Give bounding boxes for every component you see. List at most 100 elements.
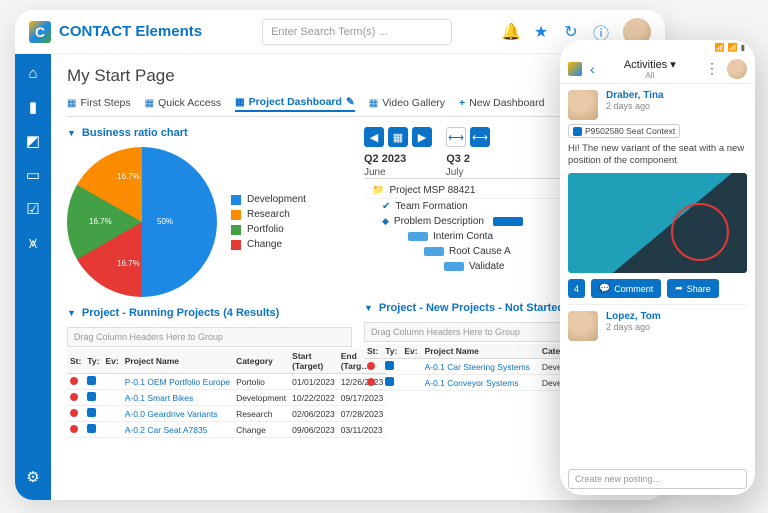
running-table: St: Ty: Ev: Project Name Category Start … bbox=[67, 349, 386, 438]
block-icon[interactable]: ◩ bbox=[24, 132, 42, 150]
grid-icon: ▦ bbox=[67, 98, 76, 109]
type-icon bbox=[87, 424, 96, 433]
col-ty[interactable]: Ty: bbox=[84, 349, 102, 374]
home-icon[interactable]: ⌂ bbox=[24, 64, 42, 82]
info-icon[interactable]: ⓘ bbox=[593, 24, 609, 40]
card-icon[interactable]: ▭ bbox=[24, 166, 42, 184]
legend: Development Research Portfolio Change bbox=[231, 194, 306, 250]
gantt-zoom-a[interactable]: ⟷ bbox=[446, 127, 466, 147]
table-row[interactable]: A-0.1 Smart BikesDevelopment10/22/202209… bbox=[67, 390, 386, 406]
pie-chart: 50% 16.7% 16.7% 16.7% bbox=[67, 147, 217, 297]
type-icon bbox=[87, 392, 96, 401]
gantt-label: Validate bbox=[469, 261, 504, 272]
user-avatar[interactable] bbox=[727, 59, 747, 79]
star-icon[interactable]: ★ bbox=[533, 24, 549, 40]
file-icon[interactable]: ▮ bbox=[24, 98, 42, 116]
gantt-next-button[interactable]: ▶ bbox=[412, 127, 432, 147]
like-count-button[interactable]: 4 bbox=[568, 279, 585, 298]
month-label: June bbox=[364, 167, 386, 178]
back-icon[interactable]: ‹ bbox=[590, 61, 595, 77]
mobile-title[interactable]: Activities ▾All bbox=[603, 58, 697, 80]
chart-section-title[interactable]: ▼Business ratio chart bbox=[67, 127, 352, 139]
chart-wrap: 50% 16.7% 16.7% 16.7% Development Resear… bbox=[67, 147, 352, 297]
col-st[interactable]: St: bbox=[364, 344, 382, 359]
post-avatar[interactable] bbox=[568, 311, 598, 341]
legend-item: Change bbox=[231, 239, 306, 250]
caret-down-icon: ▼ bbox=[67, 128, 76, 138]
check-icon[interactable]: ☑ bbox=[24, 200, 42, 218]
post-avatar[interactable] bbox=[568, 90, 598, 120]
comment-button[interactable]: 💬Comment bbox=[591, 279, 661, 298]
cell-name[interactable]: A-0.1 Smart Bikes bbox=[122, 390, 233, 406]
table-row[interactable]: P-0.1 OEM Portfolio EuropePortolio01/01/… bbox=[67, 374, 386, 390]
annotation-circle bbox=[671, 203, 729, 261]
col-ty[interactable]: Ty: bbox=[382, 344, 401, 359]
tab-label: Video Gallery bbox=[382, 97, 445, 109]
grid-icon: ▦ bbox=[235, 97, 244, 108]
pencil-icon[interactable]: ✎ bbox=[346, 96, 355, 108]
more-icon[interactable]: ⋮ bbox=[705, 60, 719, 77]
tab-quick-access[interactable]: ▦Quick Access bbox=[145, 96, 221, 112]
tab-video-gallery[interactable]: ▦Video Gallery bbox=[369, 96, 445, 112]
post-time: 2 days ago bbox=[606, 322, 661, 332]
context-pill[interactable]: P9502580 Seat Context bbox=[568, 124, 680, 138]
tab-project-dashboard[interactable]: ▦Project Dashboard ✎ bbox=[235, 96, 355, 112]
month-label: July bbox=[446, 167, 464, 178]
post-author[interactable]: Lopez, Tom bbox=[606, 311, 661, 322]
search-input[interactable]: Enter Search Term(s) ... bbox=[262, 19, 452, 45]
pie-label: 16.7% bbox=[117, 172, 140, 181]
running-title[interactable]: ▼Project - Running Projects (4 Results) bbox=[67, 307, 352, 319]
cell-name[interactable]: A-0.1 Car Steering Systems bbox=[422, 359, 539, 375]
col-cat[interactable]: Category bbox=[233, 349, 289, 374]
post-author[interactable]: Draber, Tina bbox=[606, 90, 664, 101]
gantt-label: Problem Description bbox=[394, 216, 484, 227]
status-dot bbox=[367, 378, 375, 386]
pie-label: 16.7% bbox=[89, 217, 112, 226]
drag-hint[interactable]: Drag Column Headers Here to Group bbox=[67, 327, 352, 347]
activity-icon[interactable]: ⩙ bbox=[24, 234, 42, 252]
post-image[interactable] bbox=[568, 173, 747, 273]
type-icon bbox=[87, 376, 96, 385]
col-ev[interactable]: Ev: bbox=[401, 344, 421, 359]
gantt-label: Project MSP 88421 bbox=[389, 185, 475, 196]
status-dot bbox=[70, 409, 78, 417]
title-text: Activities bbox=[624, 59, 667, 71]
label: Share bbox=[687, 284, 711, 294]
table-row[interactable]: A-0.2 Car Seat A7835Change09/06/202303/1… bbox=[67, 422, 386, 438]
tab-label: New Dashboard bbox=[469, 97, 544, 109]
gantt-zoom-b[interactable]: ⟷ bbox=[470, 127, 490, 147]
tab-first-steps[interactable]: ▦First Steps bbox=[67, 96, 131, 112]
cell: 09/06/2023 bbox=[289, 422, 338, 438]
status-dot bbox=[70, 425, 78, 433]
pill-icon bbox=[573, 127, 582, 136]
check-icon: ✔ bbox=[382, 201, 390, 212]
col-ev[interactable]: Ev: bbox=[102, 349, 121, 374]
caret-down-icon: ▼ bbox=[364, 303, 373, 313]
share-button[interactable]: ➦Share bbox=[667, 279, 719, 298]
col-name[interactable]: Project Name bbox=[122, 349, 233, 374]
wifi-icon: 📶 bbox=[728, 43, 738, 52]
cell-name[interactable]: P-0.1 OEM Portfolio Europe bbox=[122, 374, 233, 390]
table-header: St: Ty: Ev: Project Name Category Start … bbox=[67, 349, 386, 374]
col-name[interactable]: Project Name bbox=[422, 344, 539, 359]
compose-input[interactable]: Create new posting... bbox=[568, 469, 747, 489]
folder-icon: 📁 bbox=[372, 185, 384, 196]
gear-icon[interactable]: ⚙ bbox=[24, 468, 42, 486]
grid-icon: ▦ bbox=[145, 98, 154, 109]
gantt-prev-button[interactable]: ◀ bbox=[364, 127, 384, 147]
col-start[interactable]: Start (Target) bbox=[289, 349, 338, 374]
cell-name[interactable]: A-0.2 Car Seat A7835 bbox=[122, 422, 233, 438]
history-icon[interactable]: ↻ bbox=[563, 24, 579, 40]
cell: 02/06/2023 bbox=[289, 406, 338, 422]
gantt-cal-button[interactable]: ▦ bbox=[388, 127, 408, 147]
bell-icon[interactable]: 🔔 bbox=[503, 24, 519, 40]
gantt-label: Root Cause A bbox=[449, 246, 511, 257]
cell-name[interactable]: A-0.1 Conveyor Systems bbox=[422, 375, 539, 391]
legend-item: Research bbox=[231, 209, 306, 220]
table-row[interactable]: A-0.0 Geardrive VariantsResearch02/06/20… bbox=[67, 406, 386, 422]
pie-label: 50% bbox=[157, 217, 173, 226]
tab-new-dashboard[interactable]: +New Dashboard bbox=[459, 96, 544, 112]
col-st[interactable]: St: bbox=[67, 349, 84, 374]
pie-label: 16.7% bbox=[117, 259, 140, 268]
cell-name[interactable]: A-0.0 Geardrive Variants bbox=[122, 406, 233, 422]
